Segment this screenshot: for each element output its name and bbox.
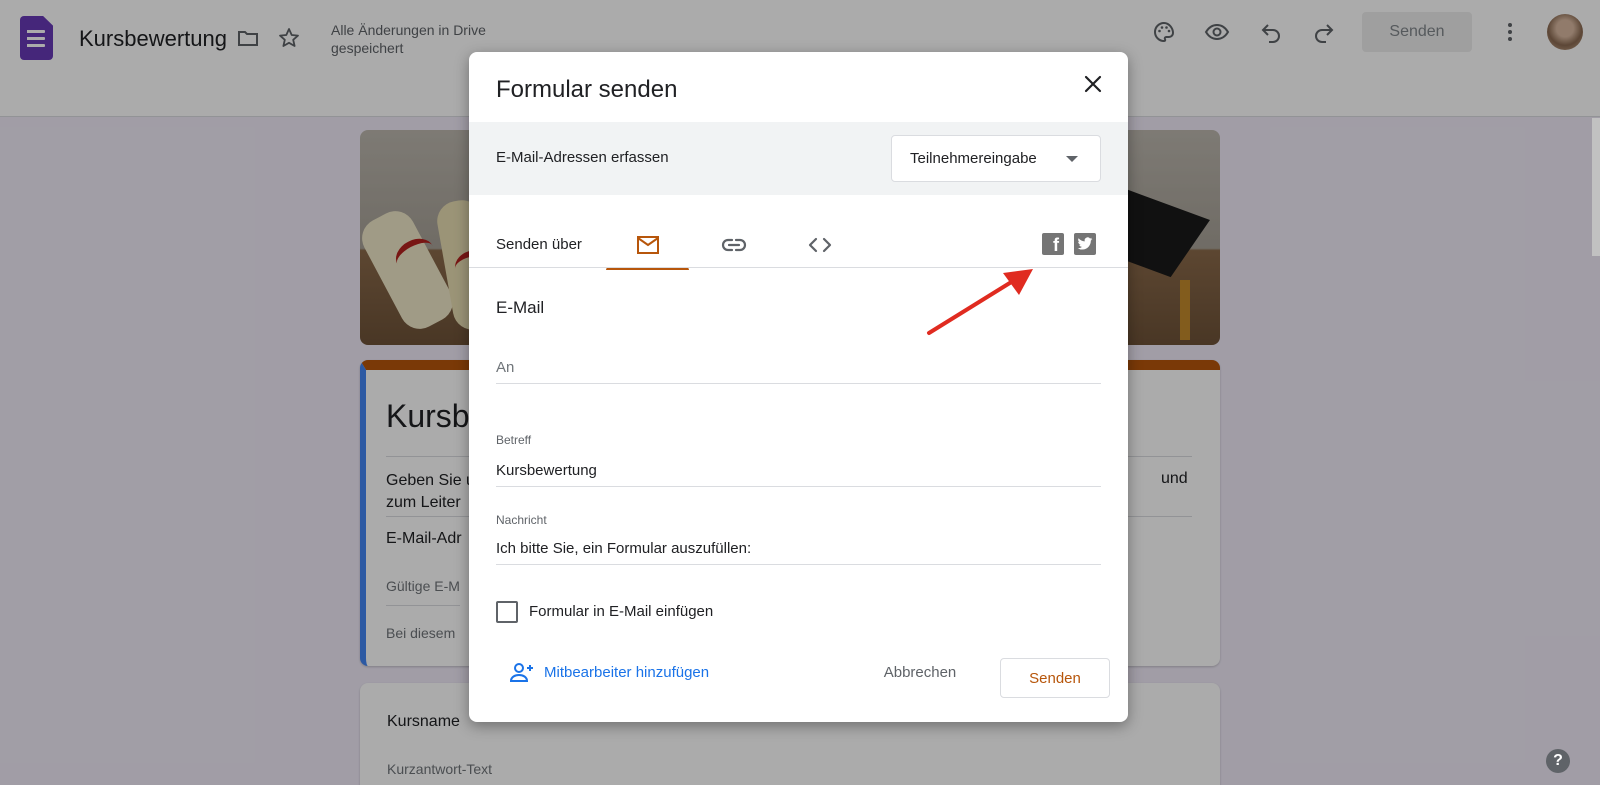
help-button[interactable]: ? bbox=[1546, 749, 1570, 773]
add-person-icon bbox=[509, 663, 533, 682]
close-icon[interactable] bbox=[1081, 72, 1105, 96]
send-button[interactable]: Senden bbox=[1000, 658, 1110, 698]
dialog-title: Formular senden bbox=[496, 76, 678, 103]
collect-emails-value: Teilnehmereingabe bbox=[910, 150, 1037, 167]
collect-emails-dropdown[interactable]: Teilnehmereingabe bbox=[891, 135, 1101, 182]
subject-label: Betreff bbox=[496, 433, 532, 447]
to-field[interactable] bbox=[496, 359, 1101, 384]
message-label: Nachricht bbox=[496, 513, 547, 527]
add-collaborators-button[interactable]: Mitbearbeiter hinzufügen bbox=[509, 657, 709, 687]
scrollbar-thumb[interactable] bbox=[1592, 118, 1600, 256]
subject-field[interactable] bbox=[496, 462, 1101, 487]
code-icon bbox=[808, 237, 831, 253]
facebook-icon[interactable]: f bbox=[1042, 233, 1064, 255]
twitter-icon[interactable] bbox=[1074, 233, 1096, 255]
include-form-label[interactable]: Formular in E-Mail einfügen bbox=[529, 603, 713, 620]
mail-icon bbox=[636, 236, 659, 254]
send-via-label: Senden über bbox=[496, 236, 582, 253]
cancel-button[interactable]: Abbrechen bbox=[871, 657, 969, 687]
send-form-dialog: Formular senden E-Mail-Adressen erfassen… bbox=[469, 52, 1128, 722]
message-field[interactable] bbox=[496, 540, 1101, 565]
link-icon bbox=[721, 238, 746, 252]
section-title: E-Mail bbox=[496, 298, 545, 317]
include-form-checkbox[interactable] bbox=[496, 601, 518, 623]
tab-link[interactable] bbox=[692, 220, 775, 270]
tab-embed-html[interactable] bbox=[778, 220, 861, 270]
add-collaborators-label: Mitbearbeiter hinzufügen bbox=[544, 663, 710, 681]
tab-email[interactable] bbox=[606, 220, 689, 270]
dropdown-arrow-icon bbox=[1066, 156, 1078, 162]
collect-emails-label: E-Mail-Adressen erfassen bbox=[496, 149, 669, 166]
collect-emails-row: E-Mail-Adressen erfassen Teilnehmereinga… bbox=[469, 122, 1128, 195]
annotation-arrow-icon bbox=[927, 269, 1033, 335]
